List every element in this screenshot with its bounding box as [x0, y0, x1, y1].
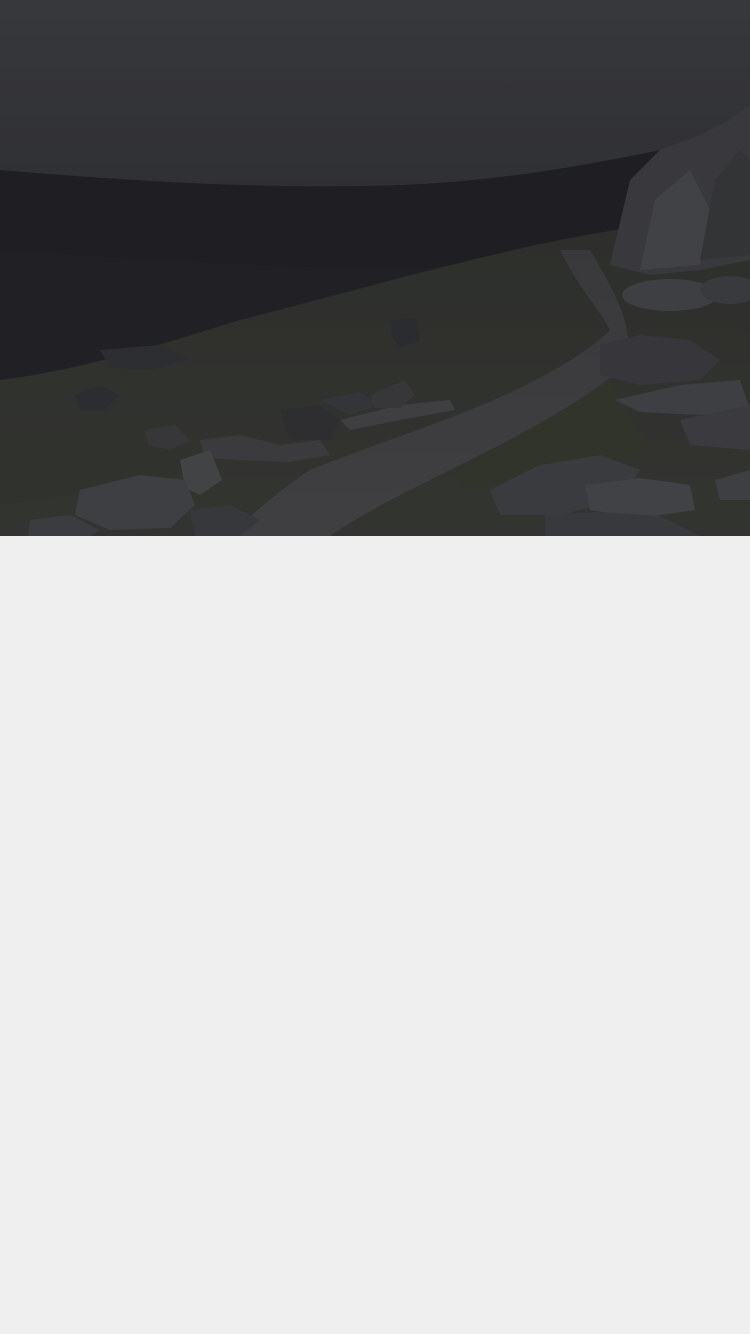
hero-image	[0, 0, 750, 536]
mountain-landscape-photo	[0, 0, 750, 536]
content-area	[0, 536, 750, 1334]
app-screen	[0, 0, 750, 1334]
